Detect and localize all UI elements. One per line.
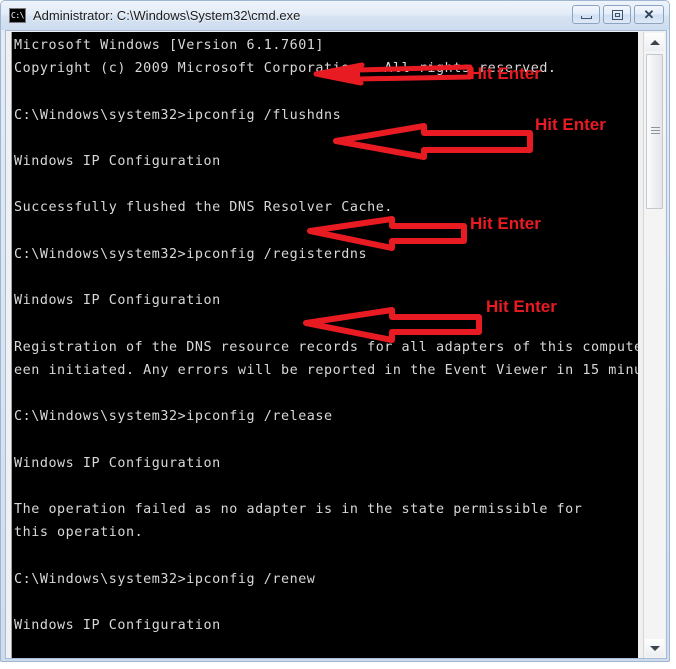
- restore-icon: [612, 10, 623, 20]
- cmd-window: C:\ Administrator: C:\Windows\System32\c…: [0, 0, 670, 662]
- scrollbar-grip-icon: [651, 126, 660, 137]
- scroll-down-button[interactable]: [645, 639, 664, 657]
- window-titlebar[interactable]: C:\ Administrator: C:\Windows\System32\c…: [1, 1, 669, 30]
- window-controls: ✕: [572, 5, 664, 24]
- caret-down-icon: [649, 645, 660, 651]
- cmd-console-icon: C:\: [9, 8, 26, 23]
- console-output-area[interactable]: Microsoft Windows [Version 6.1.7601] Cop…: [11, 32, 638, 658]
- maximize-restore-button[interactable]: [603, 5, 631, 24]
- scroll-up-button[interactable]: [645, 33, 664, 51]
- window-client-area: Microsoft Windows [Version 6.1.7601] Cop…: [5, 30, 667, 659]
- caret-up-icon: [649, 39, 660, 45]
- close-icon: ✕: [643, 7, 655, 22]
- vertical-scrollbar[interactable]: [643, 32, 665, 658]
- window-title: Administrator: C:\Windows\System32\cmd.e…: [33, 8, 301, 23]
- scrollbar-thumb[interactable]: [646, 54, 663, 209]
- minimize-icon: [581, 16, 592, 19]
- screenshot-root: C:\ Administrator: C:\Windows\System32\c…: [0, 0, 676, 669]
- minimize-button[interactable]: [572, 5, 600, 24]
- console-text: Microsoft Windows [Version 6.1.7601] Cop…: [14, 38, 638, 634]
- close-button[interactable]: ✕: [634, 5, 664, 24]
- cmd-icon-glyph: C:\: [11, 11, 24, 20]
